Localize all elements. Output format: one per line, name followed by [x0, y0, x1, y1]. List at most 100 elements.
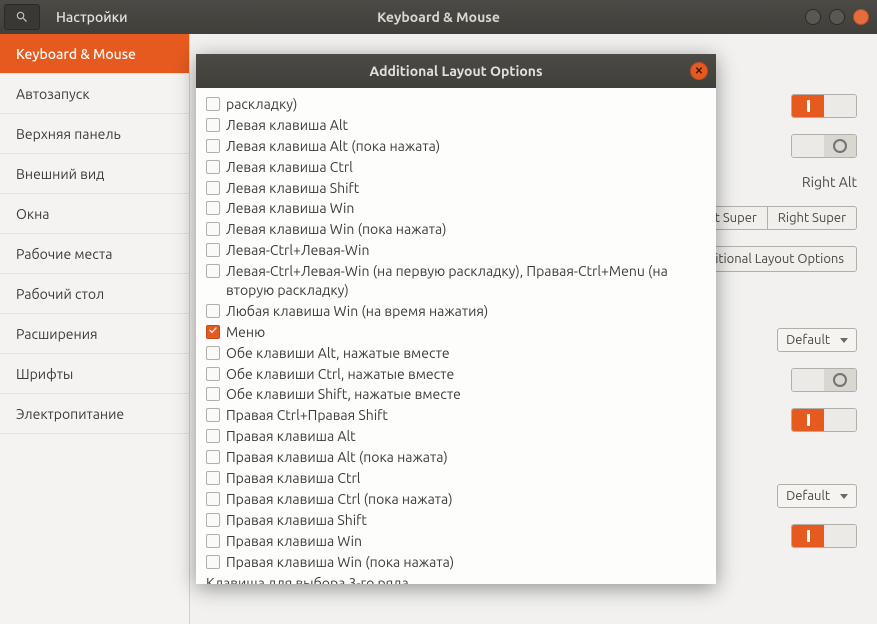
- layout-option: Правая клавиша Alt (пока нажата): [204, 447, 708, 468]
- segment-right-super[interactable]: Right Super: [767, 206, 857, 230]
- toggle-4[interactable]: [791, 408, 857, 432]
- toggle-1[interactable]: [791, 94, 857, 118]
- option-label: Правая клавиша Ctrl (пока нажата): [226, 490, 453, 509]
- checkbox[interactable]: [206, 346, 220, 360]
- option-label: Меню: [226, 323, 265, 342]
- checkbox[interactable]: [206, 118, 220, 132]
- checkbox[interactable]: [206, 139, 220, 153]
- checkbox[interactable]: [206, 304, 220, 318]
- layout-option: Левая-Ctrl+Левая-Win: [204, 240, 708, 261]
- option-label: Левая клавиша Alt (пока нажата): [226, 137, 440, 156]
- layout-option: Обе клавиши Ctrl, нажатые вместе: [204, 364, 708, 385]
- chevron-down-icon: [840, 338, 848, 343]
- toggle-2[interactable]: [791, 134, 857, 158]
- layout-option: Любая клавиша Win (на время нажатия): [204, 301, 708, 322]
- toggle-3[interactable]: [791, 368, 857, 392]
- option-label: Правая клавиша Win (пока нажата): [226, 553, 454, 572]
- layout-option: Меню: [204, 322, 708, 343]
- window-controls: [805, 9, 877, 25]
- checkbox[interactable]: [206, 387, 220, 401]
- modal-close-button[interactable]: [690, 62, 708, 80]
- app-title: Настройки: [56, 9, 128, 25]
- layout-option: Правая Ctrl+Правая Shift: [204, 405, 708, 426]
- modal-additional-layout-options: Additional Layout Options раскладку) Лева…: [196, 54, 716, 584]
- search-icon: [15, 10, 29, 24]
- checkbox[interactable]: [206, 513, 220, 527]
- checkbox[interactable]: [206, 181, 220, 195]
- sidebar-item-8[interactable]: Шрифты: [0, 354, 189, 394]
- checkbox[interactable]: [206, 325, 220, 339]
- checkbox[interactable]: [206, 555, 220, 569]
- option-label: Левая клавиша Shift: [226, 179, 359, 198]
- layout-option: Левая клавиша Alt (пока нажата): [204, 136, 708, 157]
- checkbox[interactable]: [206, 471, 220, 485]
- layout-option: Правая клавиша Win (пока нажата): [204, 552, 708, 573]
- modal-title-text: Additional Layout Options: [369, 63, 542, 79]
- dropdown-2[interactable]: Default: [777, 484, 857, 508]
- checkbox[interactable]: [206, 222, 220, 236]
- close-window-button[interactable]: [853, 9, 869, 25]
- option-label: Левая-Ctrl+Левая-Win (на первую раскладк…: [226, 262, 706, 300]
- sidebar-item-0[interactable]: Keyboard & Mouse: [0, 34, 189, 74]
- option-label: Левая клавиша Alt: [226, 116, 348, 135]
- layout-option: Обе клавиши Shift, нажатые вместе: [204, 384, 708, 405]
- layout-option: Правая клавиша Win: [204, 531, 708, 552]
- sidebar-item-2[interactable]: Верхняя панель: [0, 114, 189, 154]
- checkbox[interactable]: [206, 534, 220, 548]
- window-titlebar: Настройки Keyboard & Mouse: [0, 0, 877, 34]
- checkbox[interactable]: [206, 243, 220, 257]
- checkbox[interactable]: [206, 450, 220, 464]
- option-label: Правая клавиша Ctrl: [226, 469, 360, 488]
- sidebar-item-6[interactable]: Рабочий стол: [0, 274, 189, 314]
- right-alt-label: Right Alt: [802, 174, 857, 190]
- modal-titlebar: Additional Layout Options: [196, 54, 716, 88]
- layout-option: Правая клавиша Ctrl: [204, 468, 708, 489]
- sidebar: Keyboard & MouseАвтозапускВерхняя панель…: [0, 34, 190, 624]
- dropdown-1[interactable]: Default: [777, 328, 857, 352]
- sidebar-item-4[interactable]: Окна: [0, 194, 189, 234]
- option-label: Левая клавиша Win: [226, 199, 354, 218]
- checkbox[interactable]: [206, 492, 220, 506]
- option-label: Правая клавиша Alt (пока нажата): [226, 448, 448, 467]
- minimize-button[interactable]: [805, 9, 821, 25]
- option-label: Левая-Ctrl+Левая-Win: [226, 241, 369, 260]
- sidebar-item-7[interactable]: Расширения: [0, 314, 189, 354]
- sidebar-item-3[interactable]: Внешний вид: [0, 154, 189, 194]
- sidebar-item-1[interactable]: Автозапуск: [0, 74, 189, 114]
- layout-option: Правая клавиша Shift: [204, 510, 708, 531]
- option-label: Правая клавиша Alt: [226, 427, 356, 446]
- checkbox[interactable]: [206, 429, 220, 443]
- search-button[interactable]: [4, 4, 40, 30]
- checkbox[interactable]: [206, 367, 220, 381]
- option-label: Левая клавиша Ctrl: [226, 158, 353, 177]
- layout-option: Левая клавиша Ctrl: [204, 157, 708, 178]
- sidebar-item-5[interactable]: Рабочие места: [0, 234, 189, 274]
- option-label: Правая клавиша Win: [226, 532, 362, 551]
- option-label: Обе клавиши Shift, нажатые вместе: [226, 385, 461, 404]
- checkbox[interactable]: [206, 408, 220, 422]
- option-label: Обе клавиши Alt, нажатые вместе: [226, 344, 450, 363]
- modal-body: раскладку) Левая клавиша Alt Левая клавиша…: [196, 88, 716, 584]
- toggle-5[interactable]: [791, 524, 857, 548]
- layout-option: Левая клавиша Alt: [204, 115, 708, 136]
- page-title: Keyboard & Mouse: [0, 9, 877, 25]
- option-label: Обе клавиши Ctrl, нажатые вместе: [226, 365, 454, 384]
- maximize-button[interactable]: [829, 9, 845, 25]
- layout-option: Левая клавиша Shift: [204, 178, 708, 199]
- section-heading: Клавиша для выбора 3-го ряда: [204, 574, 708, 584]
- layout-option: Левая клавиша Win (пока нажата): [204, 219, 708, 240]
- option-label: раскладку): [226, 95, 297, 114]
- checkbox[interactable]: [206, 264, 220, 278]
- sidebar-item-9[interactable]: Электропитание: [0, 394, 189, 434]
- layout-option: Правая клавиша Ctrl (пока нажата): [204, 489, 708, 510]
- layout-option: раскладку): [204, 94, 708, 115]
- checkbox[interactable]: [206, 201, 220, 215]
- option-label: Любая клавиша Win (на время нажатия): [226, 302, 488, 321]
- checkbox[interactable]: [206, 160, 220, 174]
- layout-option: Левая-Ctrl+Левая-Win (на первую раскладк…: [204, 261, 708, 301]
- checkbox[interactable]: [206, 97, 220, 111]
- layout-option: Левая клавиша Win: [204, 198, 708, 219]
- option-label: Левая клавиша Win (пока нажата): [226, 220, 447, 239]
- layout-option: Правая клавиша Alt: [204, 426, 708, 447]
- layout-option: Обе клавиши Alt, нажатые вместе: [204, 343, 708, 364]
